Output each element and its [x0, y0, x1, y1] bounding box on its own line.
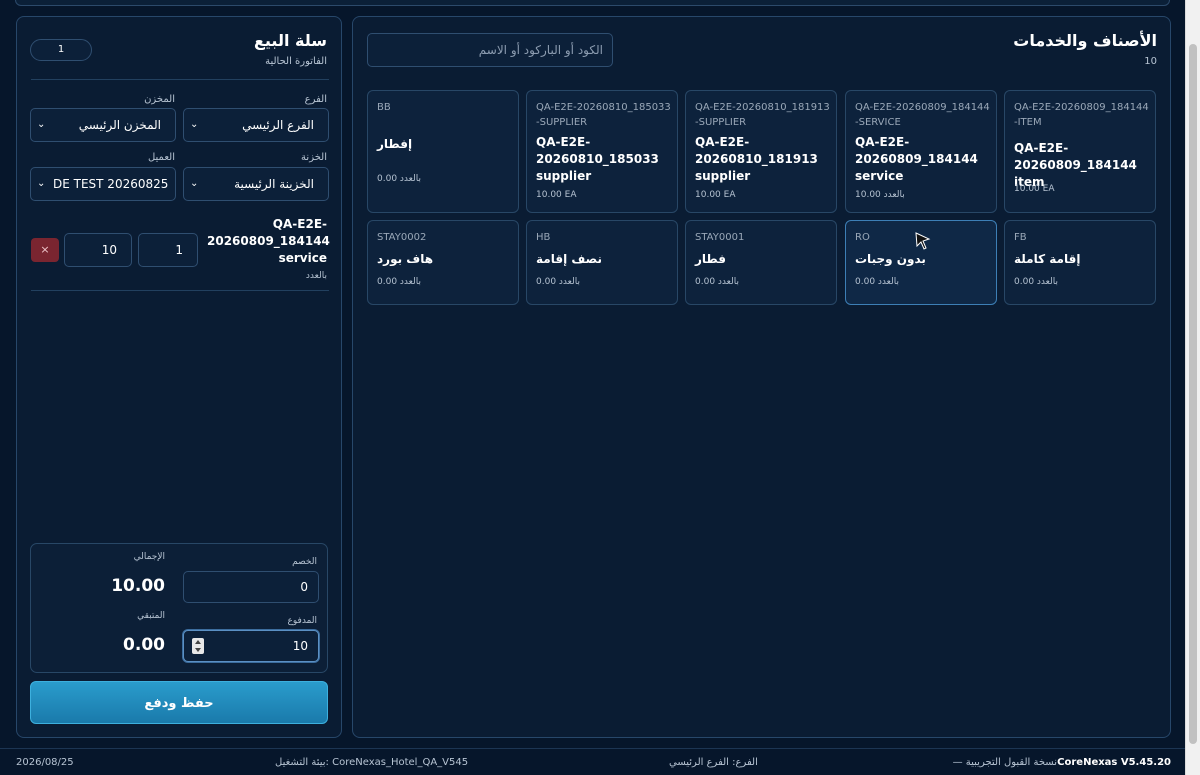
save-and-pay-button[interactable]: حفظ ودفع	[30, 681, 328, 724]
quantity-input[interactable]: 1	[138, 233, 198, 267]
item-price: 0.00 بالعدد	[1014, 277, 1058, 287]
item-code: FB	[1014, 232, 1027, 243]
footer-date: 2026/08/25	[16, 757, 74, 768]
cart-title: سلة البيع	[253, 31, 327, 50]
number-stepper-icon[interactable]	[192, 638, 204, 654]
footer-environment: بيئة التشغيل: CoreNexas_Hotel_QA_V545	[275, 757, 469, 768]
item-card[interactable]: STAY0001 فطار 0.00 بالعدد	[685, 220, 837, 305]
item-code: QA-E2E-20260810_185033-SUPPLIER	[536, 102, 671, 128]
item-price: 10.00 EA	[1014, 184, 1055, 194]
total-label: الإجمالي	[133, 552, 165, 562]
cart-line-name: QA-E2E-20260809_184144 service	[207, 217, 330, 265]
paid-label: المدفوع	[287, 616, 318, 626]
customer-value: DE TEST 20260825	[53, 177, 169, 191]
remaining-label: المتبقي	[137, 611, 165, 621]
item-price: 0.00 بالعدد	[855, 277, 899, 287]
customer-select[interactable]: ⌄ DE TEST 20260825	[30, 167, 176, 201]
store-label: المخزن	[144, 94, 175, 105]
total-value: 10.00	[111, 576, 165, 596]
item-code: BB	[377, 102, 391, 113]
chevron-down-icon: ⌄	[190, 119, 199, 130]
item-card[interactable]: BB إفطار 0.00 بالعدد	[367, 90, 519, 213]
item-price: 0.00 بالعدد	[377, 277, 421, 287]
remove-line-button[interactable]: ×	[31, 238, 59, 262]
item-code: STAY0002	[377, 232, 427, 243]
items-title: الأصناف والخدمات	[1013, 31, 1157, 50]
item-code: HB	[536, 232, 551, 243]
item-code: STAY0001	[695, 232, 745, 243]
footer-branch: الفرع: الفرع الرئيسي	[669, 757, 758, 768]
customer-label: العميل	[147, 152, 175, 163]
store-select[interactable]: ⌄ المخزن الرئيسي	[30, 108, 176, 142]
invoice-number-badge[interactable]: 1	[30, 39, 92, 61]
item-name: بدون وجبات	[855, 252, 926, 266]
edition-label: — نسخة القبول التجريبية	[952, 757, 1057, 768]
item-name: QA-E2E-20260810_185033 supplier	[536, 135, 659, 183]
chevron-down-icon: ⌄	[190, 178, 199, 189]
status-footer: CoreNexas V5.45.20 — نسخة القبول التجريب…	[0, 748, 1185, 775]
item-code: QA-E2E-20260809_184144-SERVICE	[855, 102, 990, 128]
item-price: 10.00 بالعدد	[855, 190, 905, 200]
app-version: CoreNexas V5.45.20	[1057, 757, 1171, 768]
treasury-value: الخزينة الرئيسية	[234, 177, 314, 191]
paid-value: 10	[292, 639, 308, 653]
chevron-down-icon: ⌄	[37, 178, 46, 189]
item-name: إقامة كاملة	[1014, 252, 1081, 266]
remaining-value: 0.00	[123, 635, 165, 655]
cart-panel: سلة البيع الفاتورة الحالية 1 الفرع ⌄ الف…	[16, 16, 342, 738]
store-value: المخزن الرئيسي	[78, 118, 161, 132]
item-name: QA-E2E-20260809_184144 service	[855, 135, 978, 183]
item-price: 10.00 EA	[536, 190, 577, 200]
item-card[interactable]: QA-E2E-20260810_181913-SUPPLIER QA-E2E-2…	[685, 90, 837, 213]
discount-input[interactable]: 0	[183, 571, 319, 603]
vertical-scrollbar[interactable]	[1185, 0, 1200, 775]
divider	[31, 290, 329, 291]
item-name: هاف بورد	[377, 252, 434, 266]
items-count: 10	[1144, 56, 1157, 67]
item-card[interactable]: FB إقامة كاملة 0.00 بالعدد	[1004, 220, 1156, 305]
branch-label: الفرع	[304, 94, 327, 105]
item-price: 0.00 بالعدد	[536, 277, 580, 287]
treasury-select[interactable]: ⌄ الخزينة الرئيسية	[183, 167, 329, 201]
treasury-label: الخزنة	[301, 152, 327, 163]
totals-box: الخصم 0 الإجمالي 10.00 المدفوع 10 المتبق…	[30, 543, 328, 673]
item-name: QA-E2E-20260810_181913 supplier	[695, 135, 818, 183]
item-name: إفطار	[377, 137, 413, 151]
item-card[interactable]: QA-E2E-20260810_185033-SUPPLIER QA-E2E-2…	[526, 90, 678, 213]
price-input[interactable]: 10	[64, 233, 132, 267]
item-code: QA-E2E-20260809_184144-ITEM	[1014, 102, 1149, 128]
item-price: 0.00 بالعدد	[377, 174, 421, 184]
item-price: 0.00 بالعدد	[695, 277, 739, 287]
branch-value: الفرع الرئيسي	[242, 118, 314, 132]
item-price: 10.00 EA	[695, 190, 736, 200]
item-card[interactable]: QA-E2E-20260809_184144-ITEM QA-E2E-20260…	[1004, 90, 1156, 213]
item-name: فطار	[695, 252, 726, 266]
chevron-down-icon: ⌄	[37, 119, 46, 130]
item-card[interactable]: QA-E2E-20260809_184144-SERVICE QA-E2E-20…	[845, 90, 997, 213]
mouse-cursor-icon	[915, 232, 931, 250]
item-code: QA-E2E-20260810_181913-SUPPLIER	[695, 102, 830, 128]
discount-label: الخصم	[292, 557, 317, 567]
item-name: نصف إقامة	[536, 252, 602, 266]
top-bar	[15, 0, 1170, 6]
branch-select[interactable]: ⌄ الفرع الرئيسي	[183, 108, 329, 142]
item-card[interactable]: STAY0002 هاف بورد 0.00 بالعدد	[367, 220, 519, 305]
item-card[interactable]: HB نصف إقامة 0.00 بالعدد	[526, 220, 678, 305]
paid-input[interactable]: 10	[183, 630, 319, 662]
scrollbar-thumb[interactable]	[1189, 44, 1197, 744]
divider	[31, 79, 329, 80]
cart-line-unit: بالعدد	[305, 271, 327, 281]
search-input[interactable]: الكود أو الباركود أو الاسم	[367, 33, 613, 67]
items-panel: الأصناف والخدمات 10 الكود أو الباركود أو…	[352, 16, 1171, 738]
cart-subtitle: الفاتورة الحالية	[265, 56, 327, 67]
